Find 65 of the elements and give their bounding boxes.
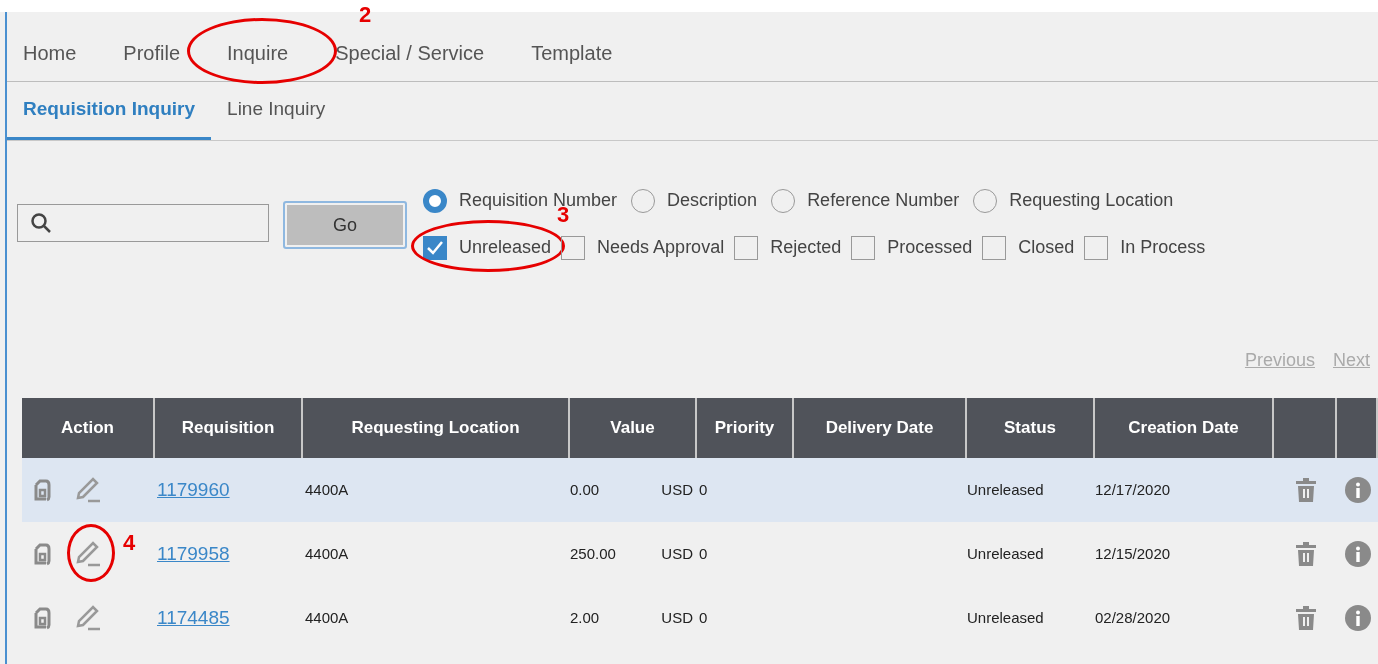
checkbox-label: Rejected — [770, 236, 842, 259]
checkbox[interactable] — [734, 235, 759, 260]
trash-icon[interactable] — [1294, 477, 1317, 503]
info-icon[interactable] — [1344, 477, 1371, 503]
trash-icon[interactable] — [1294, 541, 1317, 567]
search-field[interactable] — [17, 204, 269, 242]
requisition-link[interactable]: 1174485 — [155, 603, 303, 633]
checkbox-label: Closed — [1018, 236, 1075, 259]
table-cell-text: 2.00 — [570, 607, 600, 628]
checkbox-label: Unreleased — [459, 236, 552, 259]
checkbox[interactable] — [1084, 235, 1109, 260]
table-cell-text: 4400A — [304, 607, 350, 628]
checkbox-label: Processed — [887, 236, 973, 259]
table-cell-text: Unreleased — [967, 543, 1045, 564]
go-button[interactable]: Go — [283, 201, 407, 249]
table-cell-text: 0 — [698, 479, 709, 500]
requisition-link[interactable]: 1179958 — [155, 539, 303, 569]
checkbox[interactable] — [851, 235, 876, 260]
table-cell-text: 0.00 — [570, 479, 600, 500]
table-cell-text: 02/28/2020 — [1095, 607, 1172, 628]
table-cell-text: 250.00 — [570, 543, 616, 564]
checkbox[interactable] — [982, 235, 1007, 260]
edit-pencil-icon[interactable] — [74, 476, 102, 504]
info-icon[interactable] — [1344, 605, 1371, 631]
trash-icon[interactable] — [1294, 605, 1317, 631]
table-cell-text: 12/15/2020 — [1095, 543, 1172, 564]
sub-tab[interactable]: Requisition Inquiry — [7, 94, 212, 140]
annotation-circle — [67, 524, 115, 582]
radio-label: Requesting Location — [1009, 189, 1174, 212]
checkbox-label: In Process — [1120, 236, 1206, 259]
table-cell-text: 4400A — [304, 543, 350, 564]
radio-button[interactable] — [423, 188, 447, 213]
radio-button[interactable] — [631, 188, 656, 213]
checkbox[interactable] — [423, 235, 447, 260]
copy-icon[interactable] — [32, 605, 52, 631]
copy-icon[interactable] — [32, 541, 52, 567]
copy-icon[interactable] — [32, 477, 52, 503]
checkbox-label: Needs Approval — [597, 236, 725, 259]
radio-label: Description — [667, 189, 758, 212]
annotation-number: 2 — [359, 4, 372, 26]
nav-tab[interactable]: Template — [531, 38, 613, 68]
annotation-number: 4 — [123, 532, 136, 554]
sub-tab[interactable]: Line Inquiry — [211, 94, 342, 140]
checkmark-icon — [427, 240, 443, 255]
nav-tab[interactable]: Inquire — [227, 38, 289, 68]
edit-pencil-icon[interactable] — [74, 540, 102, 568]
edit-pencil-icon[interactable] — [74, 604, 102, 632]
radio-button[interactable] — [771, 188, 796, 213]
table-cell-text: 0 — [698, 543, 709, 564]
checkbox[interactable] — [561, 235, 586, 260]
table-cell-text: USD — [661, 607, 693, 628]
table-cell-text: 4400A — [304, 479, 350, 500]
info-icon[interactable] — [1344, 541, 1371, 567]
radio-label: Reference Number — [807, 189, 960, 212]
table-cell-text: Unreleased — [967, 607, 1045, 628]
nav-tab[interactable]: Profile — [123, 38, 181, 68]
table-cell-text: Unreleased — [967, 479, 1045, 500]
nav-tab[interactable]: Home — [23, 38, 77, 68]
table-cell-text: USD — [661, 479, 693, 500]
table-cell-text: 12/17/2020 — [1095, 479, 1172, 500]
radio-button[interactable] — [973, 188, 998, 213]
table-cell-text: USD — [661, 543, 693, 564]
search-icon — [30, 212, 52, 234]
table-cell-text: 0 — [698, 607, 709, 628]
nav-tab[interactable]: Special / Service — [335, 38, 485, 68]
